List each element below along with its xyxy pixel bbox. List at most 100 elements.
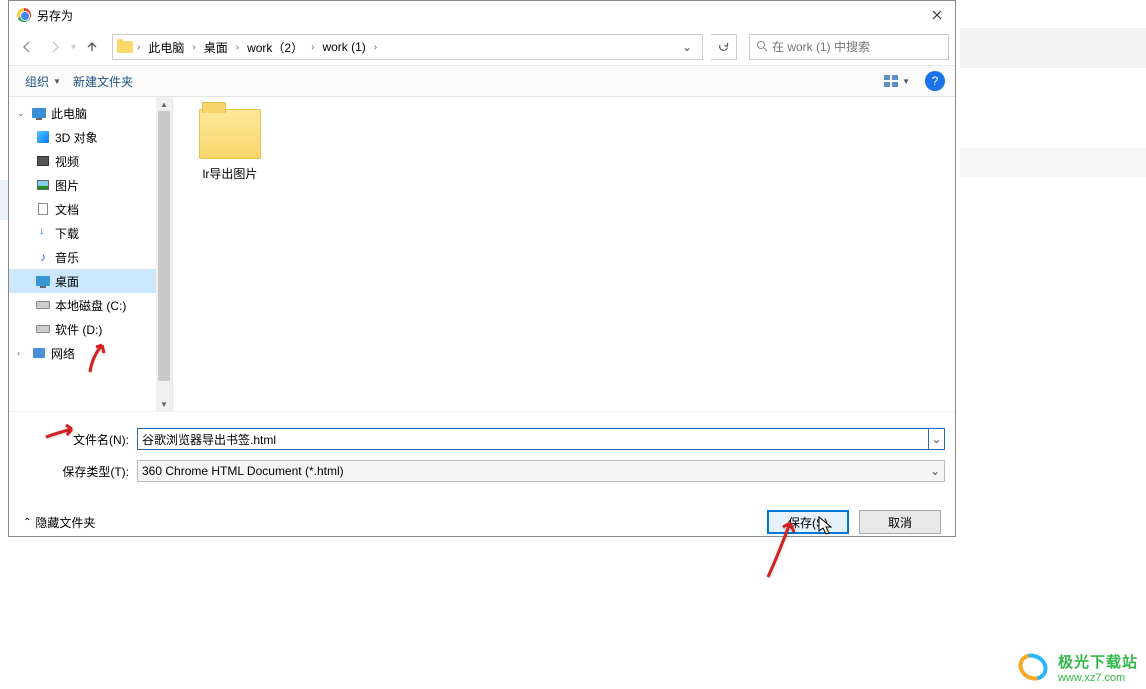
document-icon <box>38 203 48 215</box>
chevron-up-icon: ⌃ <box>23 517 31 528</box>
search-input[interactable] <box>772 40 942 54</box>
help-button[interactable]: ? <box>925 71 945 91</box>
view-button[interactable]: ▼ <box>878 71 915 91</box>
disk-icon <box>36 301 50 309</box>
chevron-down-icon: ⌄ <box>17 108 27 119</box>
computer-icon <box>32 108 46 118</box>
sidebar-item-pictures[interactable]: 图片 <box>9 173 172 197</box>
filename-input[interactable] <box>137 428 929 450</box>
toolbar: 组织 ▼ 新建文件夹 ▼ ? <box>9 65 955 97</box>
folder-label: lr导出图片 <box>203 165 258 182</box>
chevron-down-icon: ▼ <box>902 77 910 86</box>
filename-dropdown[interactable]: ⌄ <box>929 428 945 450</box>
sidebar-item-pc[interactable]: ⌄ 此电脑 <box>9 101 172 125</box>
sidebar-label: 桌面 <box>55 273 79 290</box>
watermark-en: www.xz7.com <box>1058 672 1138 685</box>
filetype-label: 保存类型(T): <box>19 463 137 480</box>
dialog-title: 另存为 <box>37 7 73 24</box>
sidebar-item-video[interactable]: 视频 <box>9 149 172 173</box>
filetype-select[interactable]: 360 Chrome HTML Document (*.html) ⌄ <box>137 460 945 482</box>
view-icon <box>883 74 899 88</box>
arrow-up-icon <box>85 40 99 54</box>
nav-bar: ▾ › 此电脑 › 桌面 › work（2） › work (1) › ⌄ <box>9 29 955 65</box>
up-button[interactable] <box>80 35 104 59</box>
sidebar: ⌄ 此电脑 3D 对象 视频 图片 文档 下载 <box>9 97 173 411</box>
sidebar-label: 图片 <box>55 177 79 194</box>
close-button[interactable] <box>927 5 947 25</box>
sidebar-label: 下载 <box>55 225 79 242</box>
chevron-down-icon: ⌄ <box>930 464 940 478</box>
chevron-right-icon: › <box>17 348 27 358</box>
sidebar-label: 网络 <box>51 345 75 362</box>
search-box[interactable] <box>749 34 949 60</box>
main-area: ⌄ 此电脑 3D 对象 视频 图片 文档 下载 <box>9 97 955 411</box>
folder-icon <box>115 37 135 57</box>
refresh-button[interactable] <box>711 34 737 60</box>
organize-menu[interactable]: 组织 ▼ <box>19 69 67 94</box>
sidebar-label: 此电脑 <box>51 105 87 122</box>
breadcrumb-pc[interactable]: 此电脑 <box>142 35 190 59</box>
breadcrumb-work2[interactable]: work（2） <box>241 35 309 59</box>
sidebar-item-network[interactable]: › 网络 <box>9 341 172 365</box>
arrow-right-icon <box>48 40 62 54</box>
sidebar-label: 软件 (D:) <box>55 321 102 338</box>
filename-label: 文件名(N): <box>19 431 137 448</box>
refresh-icon <box>717 41 730 54</box>
breadcrumb-work1[interactable]: work (1) <box>316 35 371 59</box>
video-icon <box>37 156 49 166</box>
breadcrumb-dropdown[interactable]: ⌄ <box>674 40 700 54</box>
sidebar-item-3d[interactable]: 3D 对象 <box>9 125 172 149</box>
desktop-icon <box>36 276 50 286</box>
chevron-down-icon: ▼ <box>53 77 61 86</box>
chevron-right-icon[interactable]: › <box>309 42 316 53</box>
picture-icon <box>37 180 49 190</box>
sidebar-item-diskd[interactable]: 软件 (D:) <box>9 317 172 341</box>
forward-button[interactable] <box>43 35 67 59</box>
scroll-down-icon[interactable]: ▼ <box>156 397 172 411</box>
new-folder-button[interactable]: 新建文件夹 <box>67 69 139 94</box>
hide-folders-toggle[interactable]: ⌃ 隐藏文件夹 <box>23 514 95 531</box>
sidebar-item-diskc[interactable]: 本地磁盘 (C:) <box>9 293 172 317</box>
scroll-thumb[interactable] <box>158 111 170 381</box>
sidebar-label: 本地磁盘 (C:) <box>55 297 126 314</box>
watermark-cn: 极光下载站 <box>1058 654 1138 672</box>
breadcrumb[interactable]: › 此电脑 › 桌面 › work（2） › work (1) › ⌄ <box>112 34 703 60</box>
sidebar-item-documents[interactable]: 文档 <box>9 197 172 221</box>
organize-label: 组织 <box>25 73 49 90</box>
sidebar-scrollbar[interactable]: ▲ ▼ <box>156 97 172 411</box>
save-button[interactable]: 保存(S) <box>767 510 849 534</box>
hide-folders-label: 隐藏文件夹 <box>35 514 95 531</box>
cancel-button[interactable]: 取消 <box>859 510 941 534</box>
sidebar-label: 3D 对象 <box>55 129 98 146</box>
chevron-right-icon[interactable]: › <box>135 42 142 53</box>
sidebar-label: 文档 <box>55 201 79 218</box>
sidebar-item-music[interactable]: ♪ 音乐 <box>9 245 172 269</box>
sidebar-label: 音乐 <box>55 249 79 266</box>
music-icon: ♪ <box>40 250 46 264</box>
sidebar-item-downloads[interactable]: 下载 <box>9 221 172 245</box>
arrow-left-icon <box>20 40 34 54</box>
sidebar-item-desktop[interactable]: 桌面 <box>9 269 172 293</box>
disk-icon <box>36 325 50 333</box>
folder-icon <box>199 109 261 159</box>
watermark-logo-icon <box>1018 654 1052 684</box>
scroll-up-icon[interactable]: ▲ <box>156 97 172 111</box>
folder-item[interactable]: lr导出图片 <box>185 109 275 182</box>
save-as-dialog: 另存为 ▾ › 此电脑 › 桌面 › work（2） › work (1) › <box>8 0 956 537</box>
watermark: 极光下载站 www.xz7.com <box>1018 654 1138 685</box>
file-list[interactable]: lr导出图片 <box>173 97 955 411</box>
chevron-right-icon[interactable]: › <box>372 42 379 53</box>
titlebar: 另存为 <box>9 1 955 29</box>
breadcrumb-desktop[interactable]: 桌面 <box>198 35 234 59</box>
download-icon <box>37 227 49 239</box>
back-button[interactable] <box>15 35 39 59</box>
chevron-right-icon[interactable]: › <box>190 42 197 53</box>
close-icon <box>932 10 942 20</box>
footer: ⌃ 隐藏文件夹 保存(S) 取消 <box>9 500 955 544</box>
chrome-icon <box>17 8 31 22</box>
search-icon <box>756 40 768 55</box>
sidebar-label: 视频 <box>55 153 79 170</box>
nav-dropdown-icon[interactable]: ▾ <box>71 42 76 53</box>
cube-icon <box>37 131 49 143</box>
chevron-right-icon[interactable]: › <box>234 42 241 53</box>
